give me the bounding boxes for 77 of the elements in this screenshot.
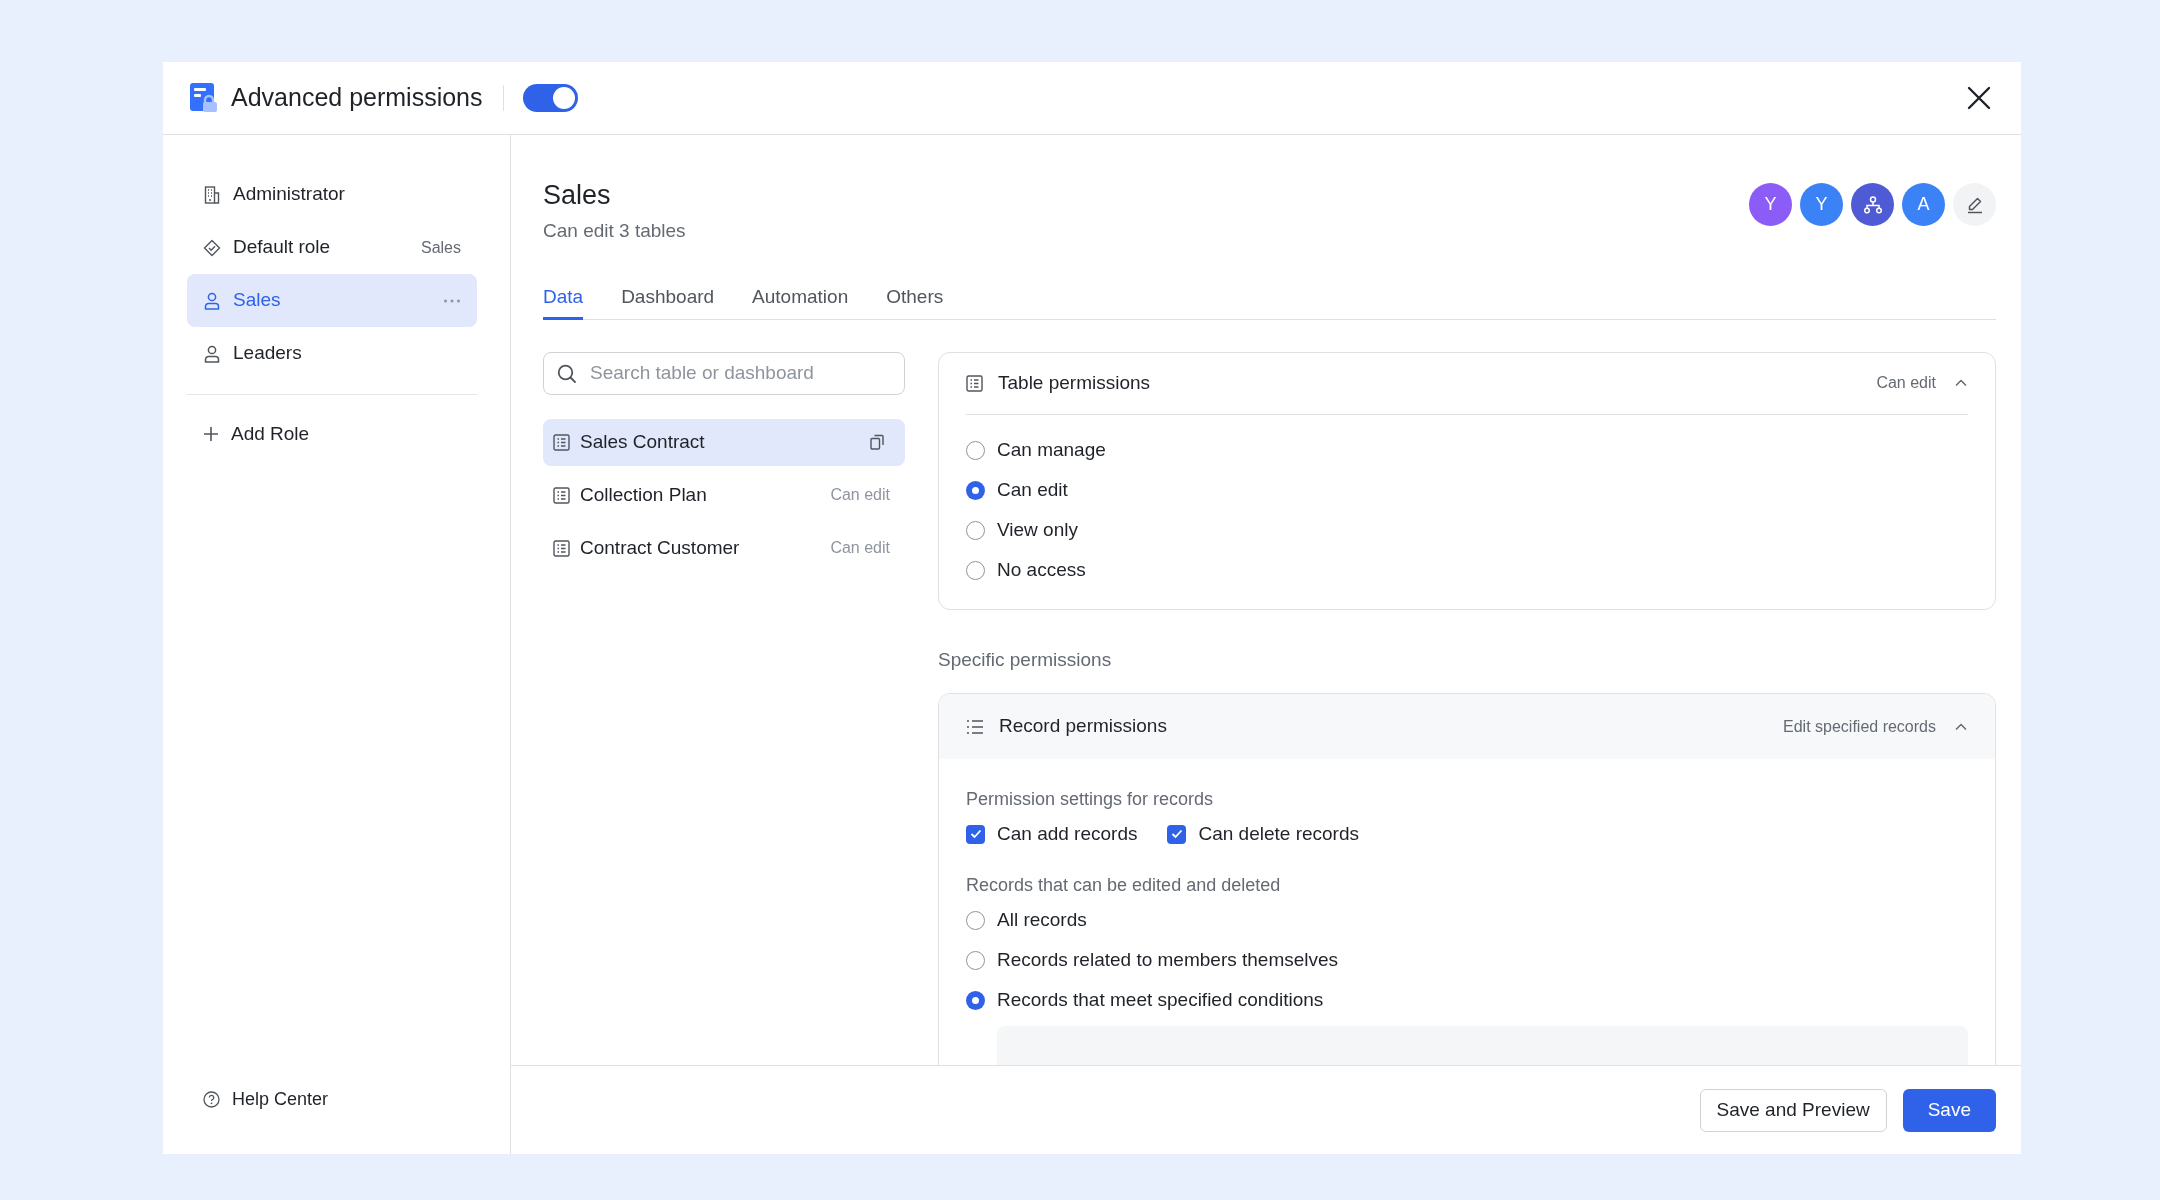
plus-icon <box>203 426 219 442</box>
document-lock-icon <box>190 83 218 113</box>
section-label: Specific permissions <box>938 647 1113 672</box>
table-name: Contract Customer <box>580 535 741 560</box>
table-icon <box>553 486 570 504</box>
role-name: Sales <box>233 288 282 313</box>
table-name: Sales Contract <box>580 429 706 454</box>
close-icon[interactable] <box>1967 86 1991 110</box>
role-name: Default role <box>233 235 332 260</box>
radio-button[interactable] <box>966 481 985 500</box>
user-avatar: A <box>1902 183 1945 226</box>
user-avatar: Y <box>1749 183 1792 226</box>
card-title: Record permissions <box>999 714 1168 739</box>
save-and-preview-button[interactable]: Save and Preview <box>1699 1088 1887 1132</box>
tab[interactable]: Others <box>886 277 944 320</box>
checkbox[interactable] <box>966 824 985 844</box>
role-item[interactable]: Administrator <box>187 168 477 221</box>
table-icon <box>966 374 983 392</box>
role-item[interactable]: Leaders <box>187 327 477 380</box>
person-icon <box>203 291 221 310</box>
copy-icon[interactable] <box>869 434 885 450</box>
default-role-value: Sales <box>420 237 461 258</box>
radio-option[interactable]: Can manage <box>966 430 1968 471</box>
badge-check-icon <box>203 238 221 257</box>
add-role-button[interactable]: Add Role <box>187 409 477 459</box>
permission-summary: Edit specified records <box>1783 716 1936 737</box>
table-item[interactable]: Sales Contract <box>543 418 905 466</box>
dialog-title: Advanced permissions <box>231 82 483 114</box>
radio-option[interactable]: Can edit <box>966 470 1968 511</box>
radio-option[interactable]: View only <box>966 510 1968 551</box>
access-label: Can edit <box>830 538 890 558</box>
table-item[interactable]: Collection Plan Can edit <box>543 471 905 519</box>
list-icon <box>966 719 984 734</box>
tab[interactable]: Automation <box>752 277 849 320</box>
checkbox-option[interactable]: Can delete records <box>1167 819 1359 849</box>
card-title: Table permissions <box>998 370 1152 395</box>
help-center-link[interactable]: Help Center <box>187 1084 477 1114</box>
role-item[interactable]: Sales <box>187 274 477 327</box>
person-icon <box>203 344 221 363</box>
checkbox-option[interactable]: Can add records <box>966 819 1138 849</box>
checkmark-icon <box>1170 829 1183 839</box>
search-field[interactable]: Search table or dashboard <box>543 351 905 395</box>
user-avatar: Y <box>1800 183 1843 226</box>
radio-option[interactable]: All records <box>966 900 1968 940</box>
pencil-icon <box>1965 195 1984 214</box>
building-icon <box>203 185 221 204</box>
radio-button[interactable] <box>966 990 985 1010</box>
group-label: Records that can be edited and deleted <box>966 874 1282 897</box>
tab[interactable]: Data <box>543 277 584 320</box>
search-icon <box>557 363 577 384</box>
help-icon <box>203 1090 220 1108</box>
table-item[interactable]: Contract Customer Can edit <box>543 524 905 572</box>
role-subtitle: Can edit 3 tables <box>543 219 686 243</box>
radio-option[interactable]: Records that meet specified conditions <box>966 980 1968 1020</box>
permission-summary: Can edit <box>1876 373 1936 393</box>
checkbox[interactable] <box>1167 824 1187 844</box>
access-label: Can edit <box>830 485 890 505</box>
table-icon <box>553 539 570 557</box>
role-name: Leaders <box>233 341 303 366</box>
radio-button[interactable] <box>966 910 985 930</box>
radio-button[interactable] <box>966 950 985 970</box>
group-label: Permission settings for records <box>966 788 1215 811</box>
radio-button[interactable] <box>966 561 985 580</box>
edit-members-button[interactable] <box>1953 183 1996 226</box>
table-icon <box>553 433 570 451</box>
checkmark-icon <box>969 829 982 839</box>
save-button[interactable]: Save <box>1902 1088 1996 1132</box>
role-name: Administrator <box>233 182 346 207</box>
role-title: Sales <box>543 179 612 212</box>
radio-button[interactable] <box>966 521 985 540</box>
radio-option[interactable]: Records related to members themselves <box>966 940 1968 980</box>
tab[interactable]: Dashboard <box>621 277 715 320</box>
toggle-switch[interactable] <box>522 84 578 112</box>
role-item[interactable]: Default role Sales <box>187 221 477 274</box>
table-name: Collection Plan <box>580 482 708 507</box>
radio-option[interactable]: No access <box>966 550 1968 591</box>
radio-button[interactable] <box>966 441 985 460</box>
